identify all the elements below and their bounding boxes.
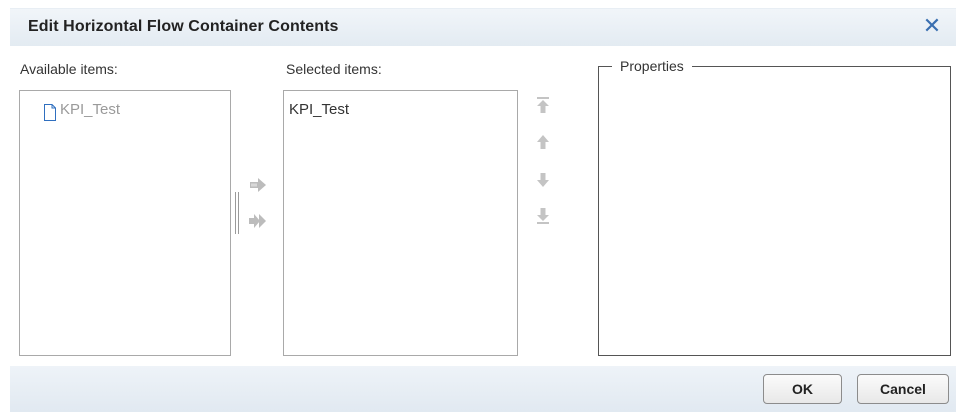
available-item-kpi-test[interactable]: KPI_Test (60, 101, 120, 118)
edit-flow-container-dialog: Edit Horizontal Flow Container Contents … (0, 0, 956, 412)
move-to-bottom-button[interactable] (533, 207, 553, 225)
selected-items-label: Selected items: (286, 61, 382, 77)
move-up-button[interactable] (533, 133, 553, 151)
splitter-handle[interactable] (235, 192, 242, 234)
ok-button[interactable]: OK (763, 374, 842, 404)
dialog-title: Edit Horizontal Flow Container Contents (28, 18, 339, 35)
close-icon[interactable]: ✕ (920, 14, 944, 38)
available-items-list[interactable]: KPI_Test (19, 90, 231, 356)
move-to-top-button[interactable] (533, 96, 553, 114)
move-down-button[interactable] (533, 171, 553, 189)
selected-item-kpi-test[interactable]: KPI_Test (289, 101, 349, 118)
cancel-button[interactable]: Cancel (857, 374, 949, 404)
properties-panel (598, 66, 951, 356)
add-item-button[interactable] (248, 176, 268, 194)
document-icon (44, 104, 56, 121)
available-items-label: Available items: (20, 61, 118, 77)
dialog-title-bar: Edit Horizontal Flow Container Contents … (10, 8, 956, 46)
properties-legend: Properties (612, 58, 692, 74)
selected-items-list[interactable]: KPI_Test (283, 90, 518, 356)
add-all-items-button[interactable] (248, 212, 268, 230)
